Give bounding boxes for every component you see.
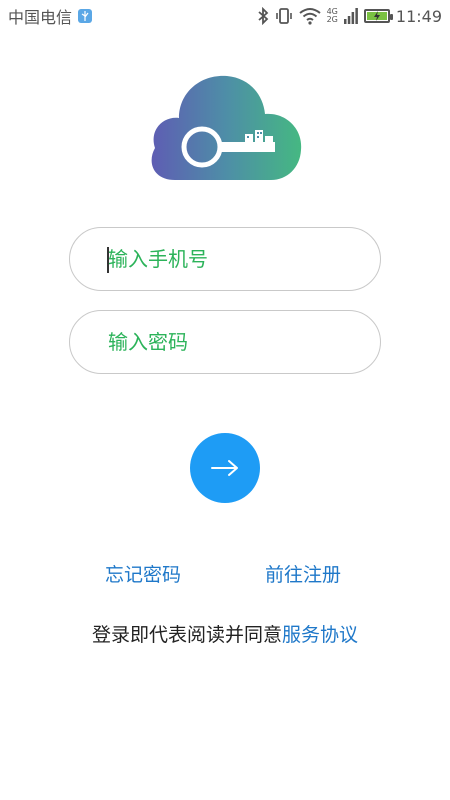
app-logo: [145, 70, 305, 190]
carrier-name: 中国电信: [8, 8, 73, 27]
wifi-icon: [298, 7, 321, 25]
agreement-text: 登录即代表阅读并同意服务协议: [0, 620, 450, 647]
login-submit-button[interactable]: [190, 433, 260, 503]
login-screen: 中国电信 4G 2G 11:49 输入手机号 忘记密码 前往注册 登录即代表阅读…: [0, 0, 450, 800]
agreement-prefix: 登录即代表阅读并同意: [91, 624, 282, 646]
network-type-bottom: 2G: [326, 15, 338, 24]
cloud-key-icon: [151, 75, 302, 180]
forgot-password-link[interactable]: 忘记密码: [105, 560, 181, 587]
vibrate-icon: [275, 7, 293, 25]
phone-field[interactable]: [69, 227, 381, 291]
status-right: 4G 2G 11:49: [257, 7, 442, 26]
text-caret: [107, 247, 109, 273]
status-time: 11:49: [395, 6, 442, 26]
status-bar: 中国电信 4G 2G 11:49: [0, 0, 450, 32]
status-left: 中国电信: [8, 4, 93, 28]
password-field[interactable]: [69, 310, 381, 374]
battery-icon: [363, 9, 393, 23]
signal-icon: [343, 8, 358, 24]
service-agreement-link[interactable]: 服务协议: [282, 624, 358, 646]
phone-input[interactable]: [70, 228, 380, 290]
bluetooth-icon: [257, 7, 269, 25]
usb-icon: [78, 9, 93, 23]
network-type-label: 4G 2G: [327, 8, 338, 24]
register-link[interactable]: 前往注册: [265, 560, 341, 587]
arrow-right-icon: [211, 460, 238, 476]
password-input[interactable]: [70, 311, 380, 373]
